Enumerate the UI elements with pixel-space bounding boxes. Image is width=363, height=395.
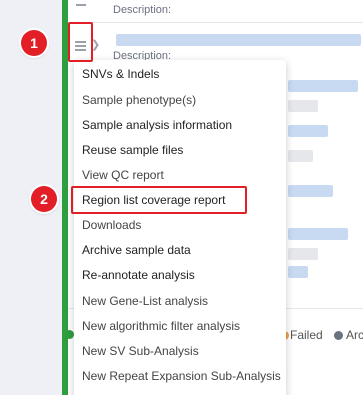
menu-item-new-repeat-expansion-sub-analysis[interactable]: New Repeat Expansion Sub-Analysis <box>82 369 281 383</box>
legend-dot-archived <box>334 331 343 340</box>
highlight-box-menu-button <box>68 22 93 62</box>
menu-item-archive-sample-data[interactable]: Archive sample data <box>82 243 191 257</box>
legend-failed-label: Failed <box>290 328 323 342</box>
menu-item-reuse-sample-files[interactable]: Reuse sample files <box>82 143 183 157</box>
highlight-box-region-list-coverage <box>71 186 247 214</box>
menu-item-downloads[interactable]: Downloads <box>82 218 141 232</box>
menu-item-new-sv-sub-analysis[interactable]: New SV Sub-Analysis <box>82 344 199 358</box>
blurred-row-text <box>288 248 318 260</box>
blurred-row-text <box>288 80 358 92</box>
row-divider <box>68 22 363 23</box>
blurred-row-text <box>288 228 348 240</box>
blurred-description-text <box>116 34 361 46</box>
blurred-row-text <box>288 150 313 162</box>
step-badge-1: 1 <box>21 30 47 56</box>
menu-item-re-annotate-analysis[interactable]: Re-annotate analysis <box>82 268 195 282</box>
legend-dot-success <box>65 330 74 339</box>
legend-archived-label: Arc <box>346 328 363 342</box>
menu-item-new-algorithmic-filter-analysis[interactable]: New algorithmic filter analysis <box>82 319 240 333</box>
row-actions-dropdown: SNVs & Indels Sample phenotype(s) Sample… <box>74 60 286 395</box>
menu-item-sample-analysis-information[interactable]: Sample analysis information <box>82 118 232 132</box>
description-label: Description: <box>113 4 172 16</box>
blurred-row-text <box>288 185 333 197</box>
collapse-icon[interactable] <box>76 4 86 6</box>
blurred-row-text <box>288 266 308 278</box>
menu-item-view-qc-report[interactable]: View QC report <box>82 168 164 182</box>
blurred-row-text <box>288 100 318 112</box>
step-badge-2: 2 <box>31 186 57 212</box>
menu-item-new-gene-list-analysis[interactable]: New Gene-List analysis <box>82 294 208 308</box>
menu-item-snvs-indels[interactable]: SNVs & Indels <box>82 67 159 81</box>
menu-item-sample-phenotypes[interactable]: Sample phenotype(s) <box>82 93 196 107</box>
blurred-row-text <box>288 125 328 137</box>
